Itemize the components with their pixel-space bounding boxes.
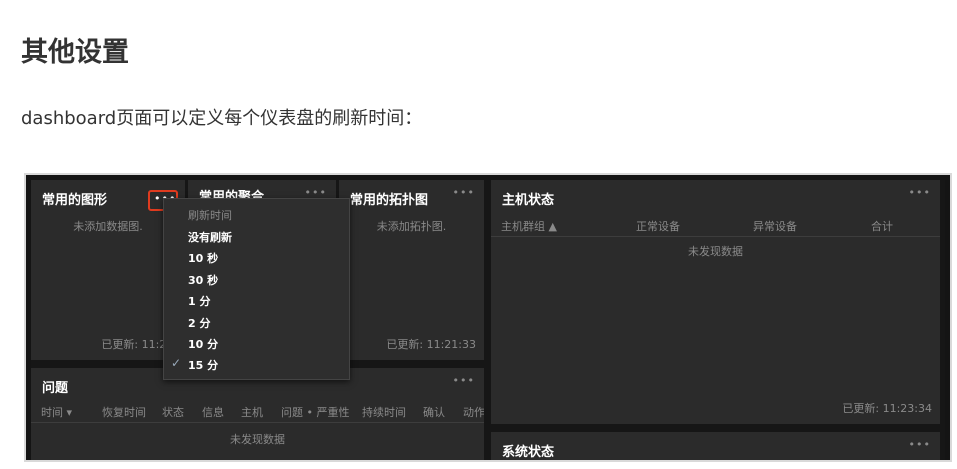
column-ack: 确认 bbox=[423, 406, 445, 419]
dashboard-screenshot: 常用的图形 未添加数据图. 已更新: 11:21: 常用的聚合 ••• 常用的拓… bbox=[24, 173, 952, 462]
panel-title: 问题 bbox=[42, 381, 69, 396]
menu-header: 刷新时间 bbox=[188, 209, 232, 222]
column-host: 主机 bbox=[241, 406, 263, 419]
dashboard-grid: 常用的图形 未添加数据图. 已更新: 11:21: 常用的聚合 ••• 常用的拓… bbox=[31, 180, 945, 460]
panel-updated-time: 已更新: 11:23:34 bbox=[842, 402, 932, 415]
refresh-interval-menu: 刷新时间 没有刷新 10 秒 30 秒 1 分 2 分 10 分 ✓ 15 分 bbox=[163, 198, 350, 380]
check-icon: ✓ bbox=[171, 356, 182, 370]
panel-menu-icon[interactable]: ••• bbox=[909, 186, 931, 199]
panel-empty-text: 未添加拓扑图. bbox=[376, 220, 447, 233]
table-header: 时间 ▾ 恢复时间 状态 信息 主机 问题 • 严重性 持续时间 确认 动作 bbox=[31, 401, 484, 423]
panel-empty-text: 未发现数据 bbox=[230, 433, 285, 446]
column-status: 状态 bbox=[162, 406, 184, 419]
panel-title: 主机状态 bbox=[502, 193, 555, 208]
menu-item-10s[interactable]: 10 秒 bbox=[188, 250, 218, 266]
panel-favorite-maps: 常用的拓扑图 ••• 未添加拓扑图. 已更新: 11:21:33 bbox=[339, 180, 484, 360]
panel-host-status: 主机状态 ••• 主机群组 ▲ 正常设备 异常设备 合计 未发现数据 已更新: … bbox=[491, 180, 940, 424]
column-problem-severity: 问题 • 严重性 bbox=[281, 406, 350, 419]
column-time[interactable]: 时间 ▾ bbox=[41, 404, 72, 420]
panel-menu-icon[interactable]: ••• bbox=[453, 374, 475, 387]
panel-title: 系统状态 bbox=[502, 445, 555, 460]
panel-empty-text: 未发现数据 bbox=[688, 245, 743, 258]
table-header: 主机群组 ▲ 正常设备 异常设备 合计 bbox=[491, 215, 940, 237]
panel-empty-text: 未添加数据图. bbox=[73, 220, 143, 233]
panel-menu-icon[interactable]: ••• bbox=[453, 186, 475, 199]
column-info: 信息 bbox=[202, 406, 224, 419]
section-heading: 其他设置 bbox=[21, 37, 129, 68]
panel-title: 常用的拓扑图 bbox=[350, 193, 429, 208]
column-total: 合计 bbox=[871, 220, 893, 233]
column-problem: 异常设备 bbox=[753, 220, 797, 233]
panel-menu-icon[interactable]: ••• bbox=[909, 438, 931, 451]
menu-item-15m[interactable]: 15 分 bbox=[188, 357, 218, 373]
menu-item-1m[interactable]: 1 分 bbox=[188, 293, 210, 309]
menu-item-2m[interactable]: 2 分 bbox=[188, 315, 210, 331]
column-actions: 动作 bbox=[463, 406, 484, 419]
column-recovery-time: 恢复时间 bbox=[102, 406, 146, 419]
panel-updated-time: 已更新: 11:21:33 bbox=[386, 338, 476, 351]
menu-item-no-refresh[interactable]: 没有刷新 bbox=[188, 229, 232, 245]
menu-item-10m[interactable]: 10 分 bbox=[188, 336, 218, 352]
panel-problems: 问题 ••• 时间 ▾ 恢复时间 状态 信息 主机 问题 • 严重性 持续时间 … bbox=[31, 368, 484, 460]
column-ok: 正常设备 bbox=[636, 220, 680, 233]
panel-title: 常用的图形 bbox=[42, 193, 108, 208]
menu-item-30s[interactable]: 30 秒 bbox=[188, 272, 218, 288]
panel-system-status: 系统状态 ••• bbox=[491, 432, 940, 460]
column-duration: 持续时间 bbox=[362, 406, 406, 419]
section-description: dashboard页面可以定义每个仪表盘的刷新时间： bbox=[21, 108, 423, 129]
column-host-group[interactable]: 主机群组 ▲ bbox=[501, 218, 557, 234]
